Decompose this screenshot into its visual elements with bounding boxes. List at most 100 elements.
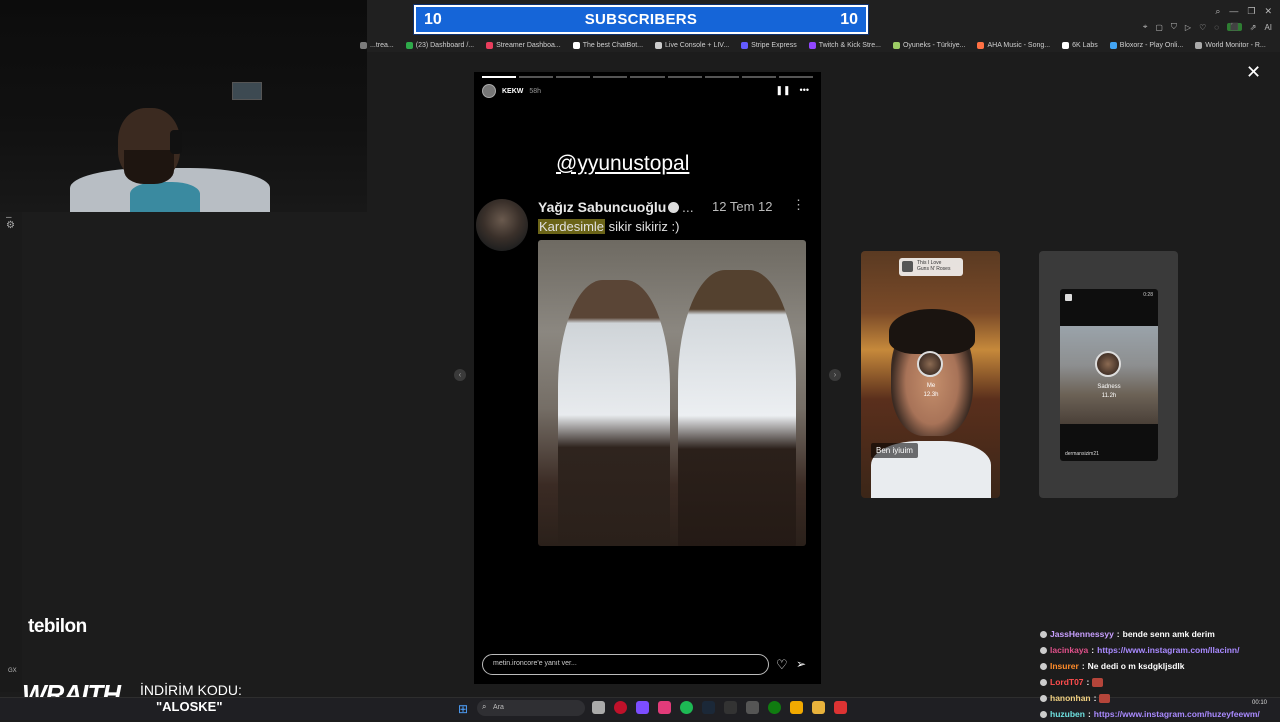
webcam-background-window: [232, 82, 262, 100]
preview2-time: 0:28: [1143, 292, 1153, 298]
window-controls: ⌕ — ❐ ✕: [1215, 6, 1272, 17]
chrome-icon[interactable]: [790, 701, 803, 714]
maximize-icon[interactable]: ❐: [1247, 6, 1255, 17]
bookmark-item[interactable]: Bloxorz - Play Onli...: [1109, 38, 1183, 52]
preview2-avatar: [1095, 351, 1121, 377]
opera-gx-icon[interactable]: [614, 701, 627, 714]
preview-user: Me: [926, 383, 936, 389]
file-explorer-icon[interactable]: [592, 701, 605, 714]
story-progress-bar: [482, 76, 813, 78]
chat-username[interactable]: LordT07: [1050, 677, 1084, 687]
heart-icon[interactable]: ♡: [1199, 23, 1206, 32]
story-username[interactable]: KEKW: [502, 88, 523, 95]
chat-username[interactable]: hanonhan: [1050, 693, 1091, 703]
chat-badge-icon: [1040, 630, 1047, 638]
discord-icon[interactable]: [636, 701, 649, 714]
bookmark-item[interactable]: 6K Labs: [1062, 38, 1098, 52]
pause-icon[interactable]: ❚❚: [775, 85, 790, 96]
chat-username[interactable]: huzuben: [1050, 709, 1085, 719]
bookmark-favicon-icon: [977, 41, 985, 49]
spotify-icon[interactable]: [680, 701, 693, 714]
discount-code-label: İNDİRİM KODU:: [140, 682, 242, 698]
minimize-icon[interactable]: —: [1229, 6, 1238, 17]
next-story-preview[interactable]: This I Love Guns N' Roses Me 12.3h Ben iy…: [861, 251, 1000, 498]
bookmark-item[interactable]: (23) Dashboard /...: [405, 38, 475, 52]
story-time: 58h: [529, 87, 542, 95]
bookmark-favicon-icon: [572, 41, 580, 49]
bookmark-label: (23) Dashboard /...: [415, 41, 475, 49]
tweet-text-rest: sikir sikiriz :): [605, 219, 680, 234]
story-progress-segment: [667, 76, 702, 78]
chat-username[interactable]: lacinkaya: [1050, 645, 1088, 655]
bookmark-favicon-icon: [405, 41, 413, 49]
chat-text: Ne dedi o m ksdgkljsdlk: [1087, 661, 1185, 671]
bookmark-item[interactable]: World Monitor - R...: [1195, 38, 1266, 52]
bookmark-item[interactable]: AHA Music - Song...: [977, 38, 1050, 52]
play-icon[interactable]: ▷: [1185, 23, 1191, 32]
subscriber-banner-title: SUBSCRIBERS: [584, 11, 698, 28]
story-progress-segment: [556, 76, 591, 78]
steam-icon[interactable]: [702, 701, 715, 714]
chat-separator: :: [1093, 693, 1097, 703]
bookmark-item[interactable]: Twitch & Kick Stre...: [808, 38, 881, 52]
heart-like-icon[interactable]: ♡: [776, 657, 788, 673]
subscriber-goal-banner: 10 SUBSCRIBERS 10: [413, 4, 869, 35]
pin-icon[interactable]: ⌖: [1143, 22, 1148, 32]
tweet-photo: [538, 240, 806, 546]
bookmark-item[interactable]: The best ChatBot...: [572, 38, 643, 52]
chat-username[interactable]: Insurer: [1050, 661, 1079, 671]
share-icon[interactable]: ⇗: [1250, 23, 1257, 32]
chat-icon[interactable]: ◌: [1214, 23, 1219, 32]
chat-text: bende senn amk derim: [1122, 629, 1215, 639]
subscriber-count-left: 10: [424, 10, 442, 28]
bookmark-favicon-icon: [655, 41, 663, 49]
bookmark-item[interactable]: Oyuneks - Türkiye...: [892, 38, 965, 52]
more-options-icon[interactable]: •••: [800, 85, 809, 96]
story-progress-segment: [778, 76, 813, 78]
recording-icon[interactable]: [834, 701, 847, 714]
story-avatar[interactable]: [482, 84, 496, 98]
bookmark-item[interactable]: Live Console + LIV...: [655, 38, 729, 52]
bookmark-item[interactable]: ...trea...: [360, 38, 394, 52]
ai-button[interactable]: AI: [1264, 23, 1272, 32]
xbox-icon[interactable]: [768, 701, 781, 714]
chat-separator: :: [1086, 677, 1090, 687]
next-story-arrow-icon[interactable]: ›: [829, 369, 841, 381]
story-header: KEKW 58h: [482, 84, 541, 98]
preview-time: 12.3h: [923, 392, 939, 398]
extension-green-icon[interactable]: ⬛: [1227, 23, 1242, 31]
bookmark-item[interactable]: Streamer Dashboa...: [486, 38, 561, 52]
chat-badge-icon: [1040, 678, 1047, 686]
webcam-feed: [0, 0, 367, 212]
chat-link[interactable]: https://www.instagram.com/huzeyfeewm/: [1094, 709, 1260, 719]
story-reply-input[interactable]: metin.ironcore'e yanıt ver...: [482, 654, 769, 675]
chat-link[interactable]: https://www.instagram.com/llacinn/: [1097, 645, 1239, 655]
taskbar-apps: [592, 701, 847, 714]
story-preview-2[interactable]: 0:28 Sadness 11.2h dermansizim21: [1039, 251, 1178, 498]
instagram-icon[interactable]: [658, 701, 671, 714]
story-mention[interactable]: @yyunustopal: [556, 152, 689, 176]
screenshot-icon[interactable]: ▢: [1155, 23, 1163, 32]
taskbar-search[interactable]: Ara: [477, 700, 585, 716]
close-story-icon[interactable]: ✕: [1246, 62, 1261, 83]
search-icon[interactable]: ⌕: [1215, 6, 1220, 17]
bookmark-label: Twitch & Kick Stre...: [818, 41, 881, 49]
story-controls: ❚❚ •••: [775, 85, 809, 96]
chat-separator: :: [1081, 661, 1085, 671]
folder-icon[interactable]: [812, 701, 825, 714]
bookmark-label: Stripe Express: [751, 41, 797, 49]
windows-start-icon[interactable]: ⊞: [458, 702, 468, 716]
chat-message: hanonhan:: [1040, 690, 1280, 706]
epic-games-icon[interactable]: [724, 701, 737, 714]
music-artist: Guns N' Roses: [917, 266, 951, 272]
app-icon[interactable]: [746, 701, 759, 714]
preview-caption: Ben iyiuim: [871, 443, 918, 458]
shield-icon[interactable]: ⛉: [1171, 22, 1177, 32]
previous-story-arrow-icon[interactable]: ‹: [454, 369, 466, 381]
settings-icon[interactable]: ⚙: [6, 220, 15, 231]
bookmark-favicon-icon: [1195, 41, 1203, 49]
chat-username[interactable]: JassHennessyy: [1050, 629, 1114, 639]
close-window-icon[interactable]: ✕: [1264, 6, 1272, 17]
bookmark-item[interactable]: Stripe Express: [741, 38, 797, 52]
send-icon[interactable]: ➢: [796, 657, 806, 671]
